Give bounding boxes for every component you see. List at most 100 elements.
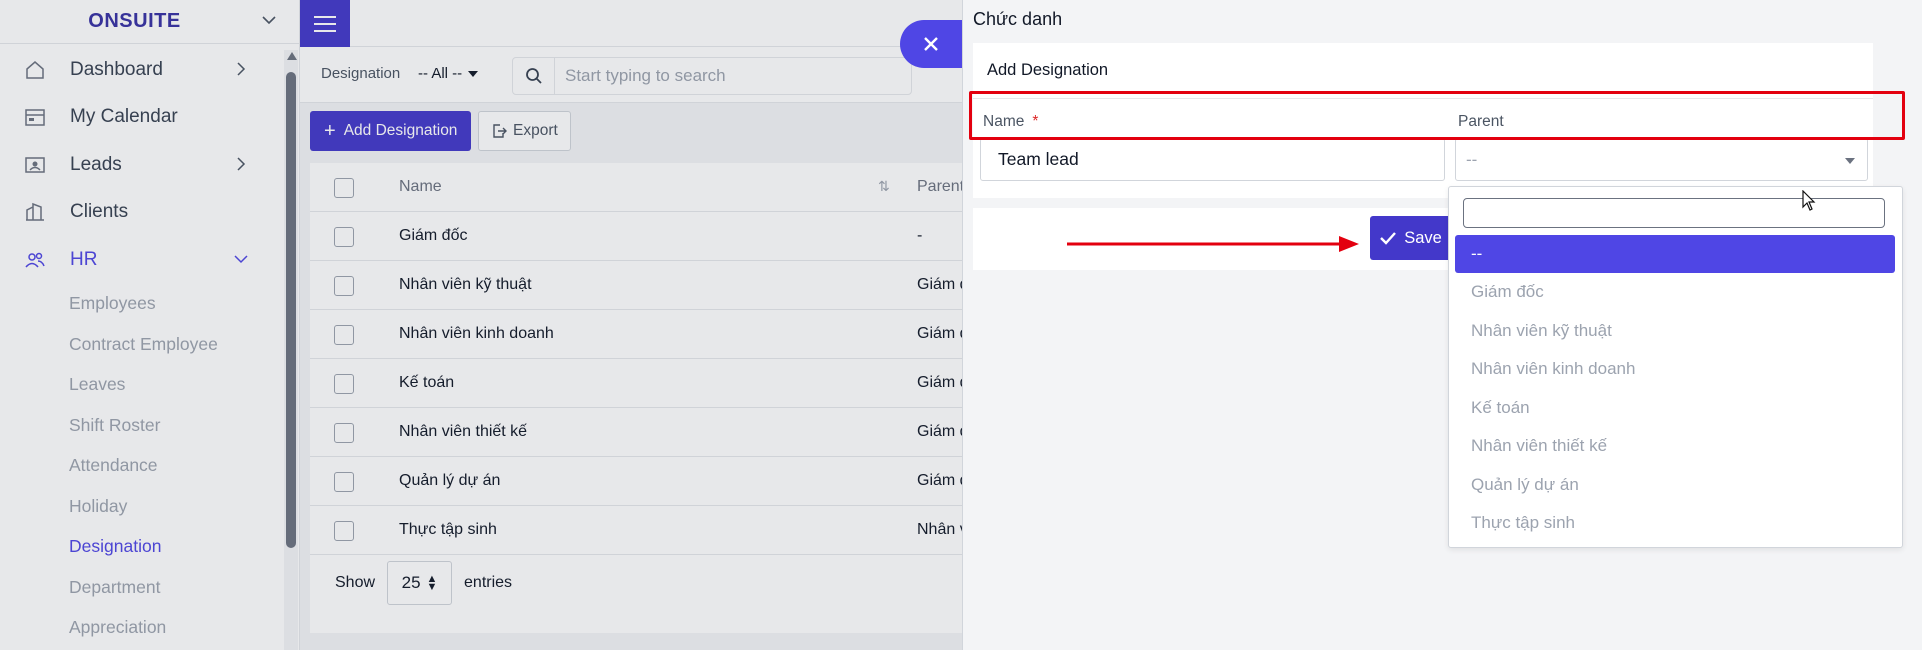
dropdown-option[interactable]: Nhân viên thiết kế <box>1455 427 1895 465</box>
sidebar-item-clients[interactable]: Clients <box>0 189 284 237</box>
search-input[interactable]: Start typing to search <box>555 66 726 86</box>
brand-header[interactable]: ONSUITE <box>0 0 299 44</box>
designation-filter-select[interactable]: -- All -- <box>418 65 478 82</box>
sidebar-nav: Dashboard My Calendar Leads Clients HR E… <box>0 46 284 648</box>
dropdown-option[interactable]: Nhân viên kỹ thuật <box>1455 312 1895 350</box>
table-row: Nhân viên thiết kế Giám đ <box>310 408 962 457</box>
parent-select[interactable]: -- <box>1455 138 1868 181</box>
mouse-cursor-icon <box>1802 190 1816 211</box>
sidebar-subitem-holiday[interactable]: Holiday <box>0 486 284 527</box>
panel-title: Chức danh <box>973 9 1063 29</box>
name-field[interactable]: Team lead <box>980 138 1445 181</box>
row-checkbox[interactable] <box>334 325 354 345</box>
sidebar-subitem-shift-roster[interactable]: Shift Roster <box>0 405 284 446</box>
close-icon <box>924 37 938 51</box>
annotation-highlight-box <box>969 91 1905 140</box>
chevron-down-icon[interactable] <box>261 12 277 28</box>
row-checkbox[interactable] <box>334 472 354 492</box>
dropdown-option[interactable]: -- <box>1455 235 1895 273</box>
cell-parent: Giám đ <box>917 276 962 293</box>
dropdown-search-input[interactable] <box>1463 198 1885 228</box>
designation-table: Name ⇅ Parent Giám đốc - Nhân viên kỹ th… <box>310 163 962 633</box>
search-box[interactable]: Start typing to search <box>512 57 912 95</box>
sidebar-subitem-employees[interactable]: Employees <box>0 284 284 325</box>
sidebar-subitem-department[interactable]: Department <box>0 567 284 608</box>
row-checkbox[interactable] <box>334 374 354 394</box>
scroll-thumb[interactable] <box>286 72 296 548</box>
main-content: Designation -- All -- Start typing to se… <box>300 0 962 650</box>
add-designation-button[interactable]: + Add Designation <box>310 111 472 151</box>
table-row: Nhân viên kinh doanh Giám đ <box>310 310 962 359</box>
scroll-up-arrow-icon[interactable] <box>287 52 297 60</box>
brand-logo: ONSUITE <box>88 10 181 32</box>
table-header-row: Name ⇅ Parent <box>310 163 962 212</box>
sidebar-item-label: My Calendar <box>70 106 178 128</box>
building-icon <box>26 203 44 221</box>
sidebar-item-label: Leads <box>70 153 122 175</box>
save-label: Save <box>1404 228 1442 247</box>
cell-parent: Giám đ <box>917 423 962 440</box>
cell-parent: - <box>917 227 923 244</box>
cell-name: Nhân viên kỹ thuật <box>399 276 532 293</box>
sidebar-subitem-leaves[interactable]: Leaves <box>0 365 284 406</box>
calendar-icon <box>25 109 45 126</box>
sidebar-subitem-designation[interactable]: Designation <box>0 527 284 568</box>
row-checkbox[interactable] <box>334 227 354 247</box>
entries-select[interactable]: 25 ▲ ▼ <box>387 561 453 605</box>
dropdown-option[interactable]: Quản lý dự án <box>1455 466 1895 504</box>
dropdown-option[interactable]: Thực tập sinh <box>1455 504 1895 542</box>
row-checkbox[interactable] <box>334 276 354 296</box>
close-panel-button[interactable] <box>900 20 962 68</box>
save-button[interactable]: Save <box>1370 216 1452 260</box>
table-row: Kế toán Giám đ <box>310 359 962 408</box>
add-designation-label: Add Designation <box>343 122 458 139</box>
dropdown-option[interactable]: Kế toán <box>1455 389 1895 427</box>
cell-name: Giám đốc <box>399 227 468 244</box>
table-row: Quản lý dự án Giám đ <box>310 457 962 506</box>
table-row: Thực tập sinh Nhân v <box>310 506 962 555</box>
check-icon <box>1380 232 1397 245</box>
parent-select-value: -- <box>1466 149 1478 169</box>
sidebar-item-label: Clients <box>70 201 129 223</box>
sidebar-subitem-appreciation[interactable]: Appreciation <box>0 608 284 649</box>
sidebar: ONSUITE Dashboard My Calendar Leads Clie… <box>0 0 300 650</box>
parent-dropdown: -- Giám đốc Nhân viên kỹ thuật Nhân viên… <box>1448 186 1903 548</box>
sidebar-subitem-attendance[interactable]: Attendance <box>0 446 284 487</box>
show-label: Show <box>335 574 376 591</box>
designation-panel: Chức danh Add Designation Name * Parent T… <box>962 0 1922 650</box>
dropdown-option[interactable]: Nhân viên kinh doanh <box>1455 350 1895 388</box>
designation-filter-label: Designation <box>321 65 401 82</box>
sidebar-item-leads[interactable]: Leads <box>0 141 284 189</box>
row-checkbox[interactable] <box>334 521 354 541</box>
row-checkbox[interactable] <box>334 423 354 443</box>
sidebar-scrollbar[interactable] <box>284 50 298 650</box>
sort-icon[interactable]: ⇅ <box>878 178 890 195</box>
column-header-parent[interactable]: Parent <box>917 178 962 196</box>
entries-label: entries <box>464 574 513 591</box>
cell-parent: Nhân v <box>917 521 962 538</box>
cell-name: Nhân viên kinh doanh <box>399 325 554 342</box>
hamburger-menu-icon[interactable] <box>300 0 350 47</box>
sidebar-item-my-calendar[interactable]: My Calendar <box>0 94 284 142</box>
sidebar-subitem-contract-employee[interactable]: Contract Employee <box>0 324 284 365</box>
cell-name: Kế toán <box>399 374 455 391</box>
sidebar-item-label: Dashboard <box>70 58 163 80</box>
cell-parent: Giám đ <box>917 374 962 391</box>
home-icon <box>26 60 44 79</box>
cell-name: Thực tập sinh <box>399 521 497 538</box>
cell-parent: Giám đ <box>917 472 962 489</box>
chevron-right-icon <box>237 157 246 171</box>
table-row: Giám đốc - <box>310 212 962 261</box>
sidebar-item-hr[interactable]: HR <box>0 236 284 284</box>
caret-down-icon <box>1845 158 1855 164</box>
entries-value: 25 <box>401 573 421 592</box>
actions-bar: + Add Designation Export <box>300 103 962 161</box>
sidebar-item-label: HR <box>70 248 98 270</box>
up-down-arrows-icon: ▲ ▼ <box>426 573 438 593</box>
select-all-checkbox[interactable] <box>334 178 354 198</box>
sidebar-item-dashboard[interactable]: Dashboard <box>0 46 284 94</box>
column-header-name[interactable]: Name <box>399 178 442 196</box>
filter-bar: Designation -- All -- Start typing to se… <box>300 47 962 103</box>
dropdown-option[interactable]: Giám đốc <box>1455 273 1895 311</box>
export-button[interactable]: Export <box>478 111 571 151</box>
